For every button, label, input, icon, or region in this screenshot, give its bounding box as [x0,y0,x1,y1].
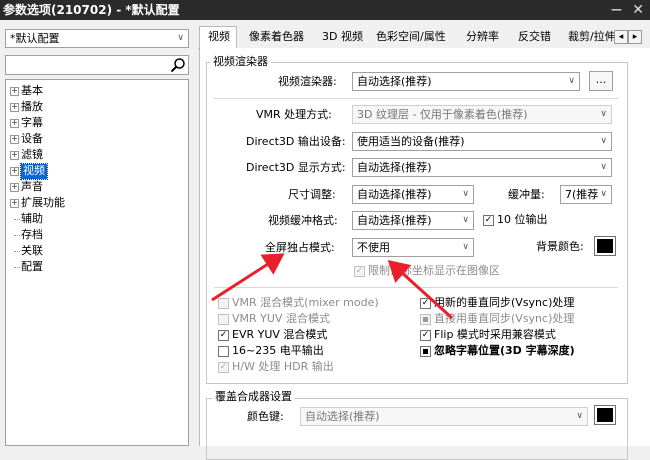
arrow-to-fullscreen-label [211,253,285,302]
annotation-arrows [211,253,454,320]
arrow-to-fullscreen-select [387,259,454,320]
